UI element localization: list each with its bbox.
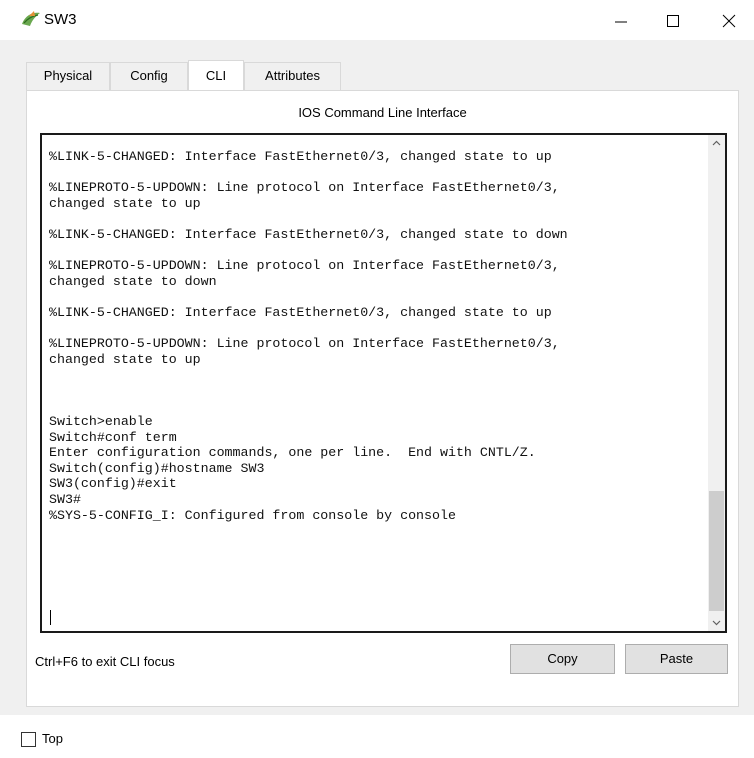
scroll-down-button[interactable] — [708, 614, 725, 631]
bottom-bar: Top — [0, 715, 754, 758]
title-bar[interactable]: SW3 — [0, 0, 754, 40]
minimize-button[interactable] — [598, 6, 644, 36]
top-checkbox[interactable] — [21, 732, 36, 747]
maximize-button[interactable] — [650, 6, 696, 36]
top-checkbox-label: Top — [42, 731, 63, 746]
vertical-scrollbar[interactable] — [708, 135, 725, 631]
maximize-icon — [667, 15, 679, 27]
close-icon — [722, 14, 736, 28]
cli-tab-page: IOS Command Line Interface %LINK-5-CHANG… — [26, 90, 739, 707]
cli-focus-hint: Ctrl+F6 to exit CLI focus — [35, 654, 175, 669]
terminal-output[interactable]: %LINK-5-CHANGED: Interface FastEthernet0… — [49, 149, 699, 523]
window-title: SW3 — [44, 11, 77, 28]
tab-config[interactable]: Config — [110, 62, 188, 90]
tab-cli[interactable]: CLI — [188, 60, 244, 90]
cli-terminal[interactable]: %LINK-5-CHANGED: Interface FastEthernet0… — [40, 133, 727, 633]
text-caret — [50, 610, 51, 625]
main-panel: Physical Config CLI Attributes IOS Comma… — [0, 40, 754, 715]
close-button[interactable] — [706, 6, 752, 36]
chevron-down-icon — [712, 620, 721, 626]
cli-header: IOS Command Line Interface — [298, 105, 467, 120]
paste-button[interactable]: Paste — [625, 644, 728, 674]
copy-button[interactable]: Copy — [510, 644, 615, 674]
router-icon — [20, 10, 42, 28]
scroll-up-button[interactable] — [708, 135, 725, 152]
tab-attributes[interactable]: Attributes — [244, 62, 341, 90]
tab-physical[interactable]: Physical — [26, 62, 110, 90]
scroll-thumb[interactable] — [709, 491, 724, 611]
chevron-up-icon — [712, 140, 721, 146]
minimize-icon — [615, 21, 627, 23]
